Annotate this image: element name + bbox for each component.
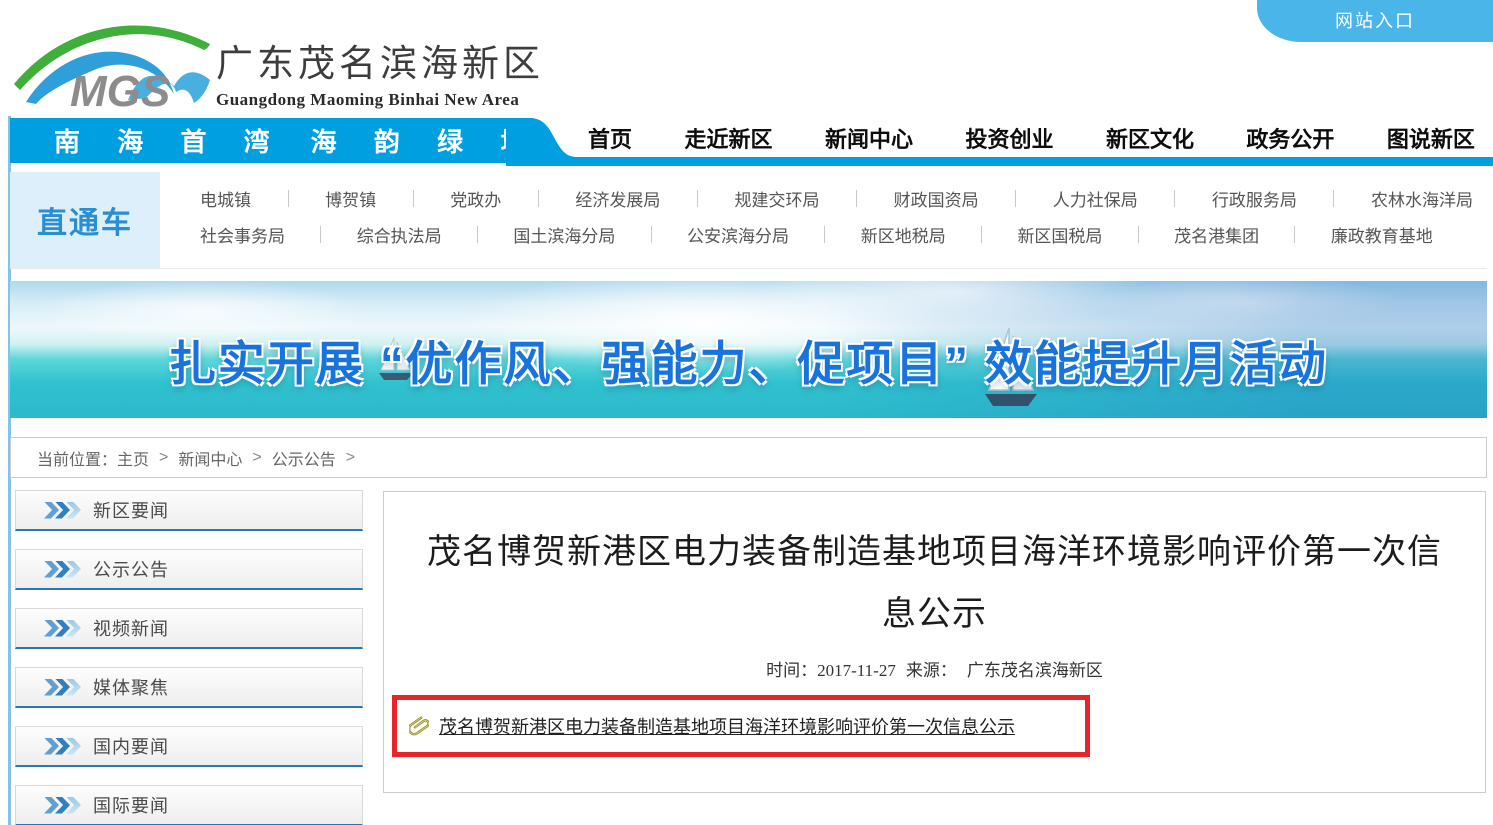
divider [1294,226,1295,243]
annotation-red-box: 茂名博贺新港区电力装备制造基地项目海洋环境影响评价第一次信息公示 [392,695,1090,757]
sidebar-item-domestic-news[interactable]: 国内要闻 [15,726,363,767]
sidebar-item-label: 媒体聚焦 [93,674,169,700]
quick-links-section: 直通车 电城镇 博贺镇 党政办 经济发展局 规建交环局 财政国资局 人力社保局 … [10,172,1487,269]
divider [320,226,321,243]
article-panel: 茂名博贺新港区电力装备制造基地项目海洋环境影响评价第一次信息公示 时间：2017… [383,491,1486,793]
sidebar-item-district-news[interactable]: 新区要闻 [15,490,363,531]
quick-link[interactable]: 电城镇 [200,186,251,211]
breadcrumb-home[interactable]: 主页 [117,446,149,470]
site-title-block: 广东茂名滨海新区 Guangdong Maoming Binhai New Ar… [216,33,544,110]
article-time: 2017-11-27 [817,661,896,680]
quick-link[interactable]: 公安滨海分局 [687,222,789,247]
paperclip-icon [409,714,429,738]
site-title-en: Guangdong Maoming Binhai New Area [216,90,544,110]
quick-link[interactable]: 经济发展局 [575,186,660,211]
triple-chevron-icon [44,502,77,519]
sidebar-item-video-news[interactable]: 视频新闻 [15,608,363,649]
site-header: MGS 广东茂名滨海新区 Guangdong Maoming Binhai Ne… [0,0,1493,116]
nav-item-about[interactable]: 走近新区 [684,122,772,154]
triple-chevron-icon [44,679,77,696]
quick-links-row1: 电城镇 博贺镇 党政办 经济发展局 规建交环局 财政国资局 人力社保局 行政服务… [200,186,1473,211]
site-title-cn: 广东茂名滨海新区 [216,33,544,87]
quick-link[interactable]: 茂名港集团 [1174,222,1259,247]
nav-item-culture[interactable]: 新区文化 [1106,122,1194,154]
quick-link[interactable]: 新区国税局 [1017,222,1102,247]
triple-chevron-icon [44,797,77,814]
breadcrumb-news-center[interactable]: 新闻中心 [178,446,242,470]
quick-link[interactable]: 人力社保局 [1053,186,1138,211]
slogan-bar: 南 海 首 湾海 韵 绿 城 [10,118,506,163]
sidebar-item-label: 公示公告 [93,556,169,582]
sidebar-item-label: 新区要闻 [93,497,169,523]
divider [1138,226,1139,243]
divider [697,190,698,207]
sidebar-item-label: 国内要闻 [93,733,169,759]
article-source-label: 来源： [906,661,957,680]
article-source: 广东茂名滨海新区 [967,661,1103,680]
breadcrumb-separator: > [252,449,261,467]
divider [477,226,478,243]
mgs-logo-icon: MGS [12,4,212,114]
breadcrumb-label: 当前位置： [37,446,117,470]
sidebar-item-label: 国际要闻 [93,792,169,818]
site-entry-button[interactable]: 网站入口 [1257,0,1493,42]
quick-link[interactable]: 党政办 [450,186,501,211]
quick-links-row2: 社会事务局 综合执法局 国土滨海分局 公安滨海分局 新区地税局 新区国税局 茂名… [200,222,1433,247]
top-navigation-bar: 南 海 首 湾海 韵 绿 城 首页 走近新区 新闻中心 投资创业 新区文化 政务… [0,118,1493,166]
nav-item-home[interactable]: 首页 [588,122,632,154]
quick-link[interactable]: 财政国资局 [894,186,979,211]
breadcrumb-notices[interactable]: 公示公告 [272,446,336,470]
attachment-link[interactable]: 茂名博贺新港区电力装备制造基地项目海洋环境影响评价第一次信息公示 [439,713,1015,739]
triple-chevron-icon [44,738,77,755]
sidebar-item-label: 视频新闻 [93,615,169,641]
nav-item-invest[interactable]: 投资创业 [965,122,1053,154]
divider [413,190,414,207]
banner-slogan-text: 扎实开展 “优作风、强能力、促项目” 效能提升月活动 [10,325,1487,394]
triple-chevron-icon [44,561,77,578]
article-time-label: 时间： [766,661,817,680]
quick-link[interactable]: 规建交环局 [735,186,820,211]
nav-item-gallery[interactable]: 图说新区 [1387,122,1475,154]
breadcrumb-separator: > [159,449,168,467]
divider [824,226,825,243]
divider [1333,190,1334,207]
divider [538,190,539,207]
quick-link[interactable]: 廉政教育基地 [1331,222,1433,247]
quick-link[interactable]: 行政服务局 [1212,186,1297,211]
site-logo[interactable]: MGS [12,4,212,114]
nav-item-gov-affairs[interactable]: 政务公开 [1246,122,1334,154]
sidebar-item-media-focus[interactable]: 媒体聚焦 [15,667,363,708]
sidebar-menu: 新区要闻 公示公告 视频新闻 媒体聚焦 国内要闻 国际要闻 [15,490,363,825]
quick-links-rows: 电城镇 博贺镇 党政办 经济发展局 规建交环局 财政国资局 人力社保局 行政服务… [200,172,1473,268]
nav-item-news[interactable]: 新闻中心 [825,122,913,154]
divider [1015,190,1016,207]
divider [981,226,982,243]
page: MGS 广东茂名滨海新区 Guangdong Maoming Binhai Ne… [0,0,1493,825]
main-nav: 首页 走近新区 新闻中心 投资创业 新区文化 政务公开 图说新区 [588,120,1475,156]
quick-links-label-box: 直通车 [10,172,160,268]
bar-strip [560,157,1493,166]
divider [288,190,289,207]
quick-link[interactable]: 新区地税局 [861,222,946,247]
sidebar-item-public-notices[interactable]: 公示公告 [15,549,363,590]
article-meta: 时间：2017-11-27 来源： 广东茂名滨海新区 [384,656,1485,681]
quick-link[interactable]: 综合执法局 [357,222,442,247]
slogan-text: 南 海 首 湾海 韵 绿 城 [54,122,541,159]
campaign-banner: 扎实开展 “优作风、强能力、促项目” 效能提升月活动 [10,281,1487,418]
triple-chevron-icon [44,620,77,637]
divider [651,226,652,243]
breadcrumb: 当前位置： 主页 > 新闻中心 > 公示公告 > [10,437,1487,478]
divider [1174,190,1175,207]
quick-link[interactable]: 博贺镇 [325,186,376,211]
breadcrumb-separator: > [346,449,355,467]
divider [856,190,857,207]
quick-link[interactable]: 社会事务局 [200,222,285,247]
quick-link[interactable]: 国土滨海分局 [513,222,615,247]
quick-links-label: 直通车 [37,198,133,242]
quick-link[interactable]: 农林水海洋局 [1371,186,1473,211]
sidebar-item-international-news[interactable]: 国际要闻 [15,785,363,825]
article-title: 茂名博贺新港区电力装备制造基地项目海洋环境影响评价第一次信息公示 [424,522,1445,646]
svg-text:MGS: MGS [70,67,170,114]
